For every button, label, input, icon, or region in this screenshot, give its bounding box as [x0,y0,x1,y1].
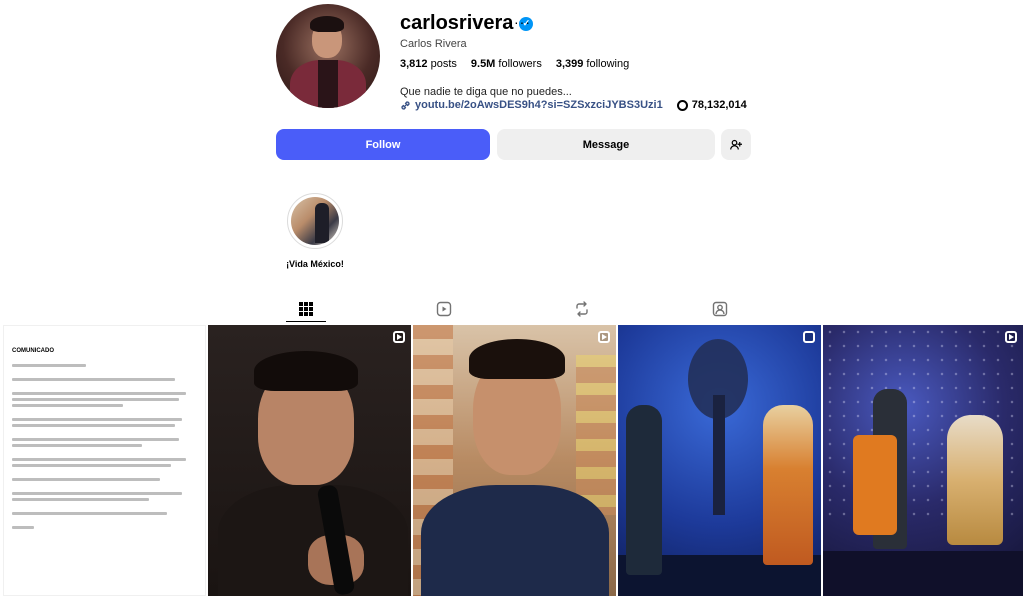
following-label: following [586,58,630,70]
carousel-icon [803,331,815,343]
followers-label: followers [498,58,542,70]
avatar-shirt [318,60,338,108]
post-tile[interactable] [618,325,821,596]
posts-count: 3,812 [400,58,428,70]
reels-icon [436,301,452,317]
external-link[interactable]: youtu.be/2oAwsDES9h4?si=SZSxzciJYBS3Uzi1 [415,99,663,111]
story-highlight[interactable] [287,193,343,249]
threads-count: 78,132,014 [691,99,747,111]
tab-tagged[interactable] [700,296,740,322]
profile-bio: Que nadie te diga que no puedes... [400,86,572,98]
posts-grid: COMUNICADO [3,325,1023,596]
post-announcement-title: COMUNICADO [12,348,54,354]
tab-reels[interactable] [424,296,464,322]
reel-icon [598,331,610,343]
more-options-icon[interactable]: ··· [514,14,531,30]
follow-button[interactable]: Follow [276,129,490,160]
reel-icon [1005,331,1017,343]
posts-label: posts [430,58,457,70]
posts-stat: 3,812 posts [400,58,457,70]
following-count: 3,399 [555,58,584,70]
post-tile[interactable] [823,325,1023,596]
highlight-cover [291,197,339,245]
reel-icon [393,331,405,343]
post-tile[interactable] [413,325,616,596]
tab-reposts[interactable] [562,296,602,322]
repost-icon [576,301,588,317]
followers-stat[interactable]: 9.5M followers [471,58,542,70]
threads-link[interactable]: 78,132,014 [676,99,747,111]
threads-icon [676,99,688,111]
following-stat[interactable]: 3,399 following [556,58,629,70]
profile-avatar[interactable] [276,4,380,108]
tagged-icon [712,301,728,317]
link-icon [401,100,410,110]
profile-full-name: Carlos Rivera [400,38,467,50]
profile-links: youtu.be/2oAwsDES9h4?si=SZSxzciJYBS3Uzi1… [400,99,747,111]
avatar-hair [310,16,344,32]
highlight-label: ¡Vida México! [286,259,344,269]
add-user-icon [730,139,742,150]
post-tile[interactable] [208,325,411,596]
suggest-users-button[interactable] [721,129,751,160]
followers-count: 9.5M [470,58,496,70]
message-button[interactable]: Message [497,129,715,160]
grid-icon [299,301,313,316]
post-tile[interactable]: COMUNICADO [3,325,206,596]
profile-tabs [0,296,1024,322]
tab-posts[interactable] [286,296,326,322]
highlight-figure [315,203,329,243]
username-text: carlosrivera [400,12,514,34]
profile-stats: 3,812 posts 9.5M followers 3,399 followi… [400,58,629,70]
